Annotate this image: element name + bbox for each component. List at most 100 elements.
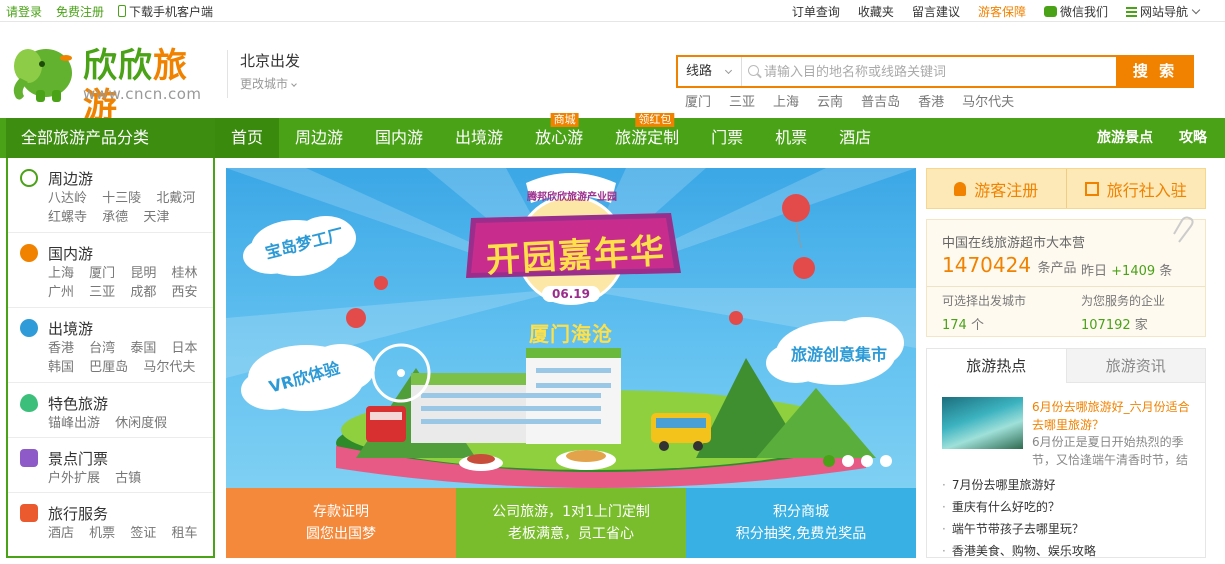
nav-item-domestic[interactable]: 国内游 — [359, 118, 439, 158]
hot-keyword[interactable]: 云南 — [817, 91, 843, 110]
featured-image[interactable] — [942, 397, 1023, 449]
category-link[interactable]: 休闲度假 — [115, 416, 167, 431]
category-link[interactable]: 承德 — [102, 210, 128, 225]
hot-keyword[interactable]: 马尔代夫 — [962, 91, 1014, 110]
search-input[interactable] — [764, 61, 1104, 83]
category-link[interactable]: 租车 — [171, 526, 197, 541]
carousel-dot[interactable] — [880, 455, 892, 467]
category-link[interactable]: 八达岭 — [48, 191, 87, 206]
category-section: 旅行服务 酒店 机票 签证 租车 — [8, 493, 213, 553]
promo-line2: 圆您出国梦 — [306, 526, 376, 542]
category-link[interactable]: 户外扩展 — [48, 471, 100, 486]
category-title[interactable]: 周边游 — [48, 168, 93, 189]
feedback-link[interactable]: 留言建议 — [912, 3, 960, 20]
promo-points-mall[interactable]: 积分商城 积分抽奖,免费兑奖品 — [686, 488, 916, 558]
promo-deposit-proof[interactable]: 存款证明 圆您出国梦 — [226, 488, 456, 558]
register-link[interactable]: 免费注册 — [56, 3, 104, 20]
search-bar: 线路 搜 索 — [676, 55, 1194, 88]
category-title[interactable]: 景点门票 — [48, 448, 108, 469]
nav-item-custom[interactable]: 领红包 旅游定制 — [599, 113, 695, 158]
hot-keyword[interactable]: 三亚 — [729, 91, 755, 110]
wechat-icon — [1043, 6, 1057, 17]
promo-line1: 公司旅游，1对1上门定制 — [492, 504, 650, 520]
search-button[interactable]: 搜 索 — [1116, 55, 1194, 88]
agency-join-button[interactable]: 旅行社入驻 — [1067, 169, 1206, 208]
category-link[interactable]: 马尔代夫 — [143, 360, 195, 375]
category-link[interactable]: 锚峰出游 — [48, 416, 100, 431]
nav-item-label: 首页 — [231, 128, 264, 147]
nav-item-flights[interactable]: 机票 — [759, 118, 823, 158]
category-link[interactable]: 红螺寺 — [48, 210, 87, 225]
nav-item-assured[interactable]: 商城 放心游 — [519, 113, 599, 158]
promo-company-travel[interactable]: 公司旅游，1对1上门定制 老板满意，员工省心 — [456, 488, 686, 558]
app-download-link[interactable]: 下载手机客户端 — [118, 3, 213, 20]
site-logo[interactable]: 欣欣旅游 www.cncn.com — [6, 40, 221, 126]
nav-item-tickets[interactable]: 门票 — [695, 118, 759, 158]
category-link[interactable]: 北戴河 — [156, 191, 195, 206]
companies-unit: 家 — [1134, 318, 1148, 333]
category-title[interactable]: 国内游 — [48, 243, 93, 264]
category-link[interactable]: 台湾 — [89, 341, 115, 356]
nav-guides[interactable]: 攻略 — [1179, 118, 1207, 158]
category-link[interactable]: 广州 — [48, 285, 74, 300]
login-link[interactable]: 请登录 — [6, 3, 42, 20]
category-link[interactable]: 日本 — [171, 341, 197, 356]
cities-unit: 个 — [970, 318, 984, 333]
carousel-dot[interactable] — [861, 455, 873, 467]
change-city-label: 更改城市 — [240, 77, 289, 91]
category-link[interactable]: 香港 — [48, 341, 74, 356]
change-city-link[interactable]: 更改城市 — [240, 75, 300, 92]
hot-keyword[interactable]: 香港 — [918, 91, 944, 110]
category-link[interactable]: 酒店 — [48, 526, 74, 541]
hot-keyword[interactable]: 厦门 — [685, 91, 711, 110]
yesterday-unit: 条 — [1159, 264, 1173, 279]
menu-icon — [1125, 7, 1137, 17]
favorites-link[interactable]: 收藏夹 — [858, 3, 894, 20]
category-title[interactable]: 旅行服务 — [48, 503, 108, 524]
category-title[interactable]: 出境游 — [48, 318, 93, 339]
nav-item-home[interactable]: 首页 — [215, 118, 280, 158]
list-item[interactable]: 端午节带孩子去哪里玩？ — [942, 518, 1197, 540]
carousel-dot[interactable] — [823, 455, 835, 467]
category-link[interactable]: 昆明 — [130, 266, 156, 281]
orders-link[interactable]: 订单查询 — [792, 3, 840, 20]
category-link[interactable]: 签证 — [130, 526, 156, 541]
list-item[interactable]: 重庆有什么好吃的？ — [942, 496, 1197, 518]
tab-travel-hot[interactable]: 旅游热点 — [927, 349, 1066, 383]
category-link[interactable]: 韩国 — [48, 360, 74, 375]
tourist-register-button[interactable]: 游客注册 — [927, 169, 1067, 208]
wechat-link[interactable]: 微信我们 — [1043, 3, 1108, 20]
carousel-dot[interactable] — [842, 455, 854, 467]
category-link[interactable]: 泰国 — [130, 341, 156, 356]
category-link[interactable]: 巴厘岛 — [89, 360, 128, 375]
nav-item-outbound[interactable]: 出境游 — [439, 118, 519, 158]
hot-keywords: 厦门 三亚 上海 云南 普吉岛 香港 马尔代夫 — [685, 91, 1014, 110]
products-count: 1470424 — [942, 253, 1032, 277]
category-link[interactable]: 西安 — [171, 285, 197, 300]
category-link[interactable]: 厦门 — [89, 266, 115, 281]
tab-travel-news[interactable]: 旅游资讯 — [1065, 349, 1205, 383]
list-item[interactable]: 香港美食、购物、娱乐攻略 — [942, 540, 1197, 562]
hero-banner[interactable]: 腾邦欣欣旅游产业园 开园嘉年华 06.19 厦门海沧 宝岛梦工厂 VR欣体验 旅… — [226, 168, 916, 488]
search-type-select[interactable]: 线路 — [678, 57, 742, 86]
category-title[interactable]: 特色旅游 — [48, 393, 108, 414]
category-link[interactable]: 成都 — [130, 285, 156, 300]
list-item[interactable]: 7月份去哪里旅游好 — [942, 474, 1197, 496]
nav-item-hotels[interactable]: 酒店 — [823, 118, 887, 158]
category-link[interactable]: 上海 — [48, 266, 74, 281]
nav-item-nearby[interactable]: 周边游 — [279, 118, 359, 158]
sitemap-link[interactable]: 网站导航 — [1125, 3, 1201, 20]
category-link[interactable]: 三亚 — [89, 285, 115, 300]
globe-icon — [20, 319, 38, 337]
guarantee-link[interactable]: 游客保障 — [978, 3, 1026, 20]
hot-keyword[interactable]: 上海 — [773, 91, 799, 110]
nav-scenic-spots[interactable]: 旅游景点 — [1097, 118, 1153, 158]
category-link[interactable]: 天津 — [143, 210, 169, 225]
hot-keyword[interactable]: 普吉岛 — [861, 91, 900, 110]
category-link[interactable]: 机票 — [89, 526, 115, 541]
category-link[interactable]: 十三陵 — [102, 191, 141, 206]
category-link[interactable]: 古镇 — [115, 471, 141, 486]
featured-title[interactable]: 6月份去哪旅游好_六月份适合去哪里旅游？ — [1032, 398, 1197, 434]
balloon-icon — [20, 394, 38, 412]
category-link[interactable]: 桂林 — [171, 266, 197, 281]
